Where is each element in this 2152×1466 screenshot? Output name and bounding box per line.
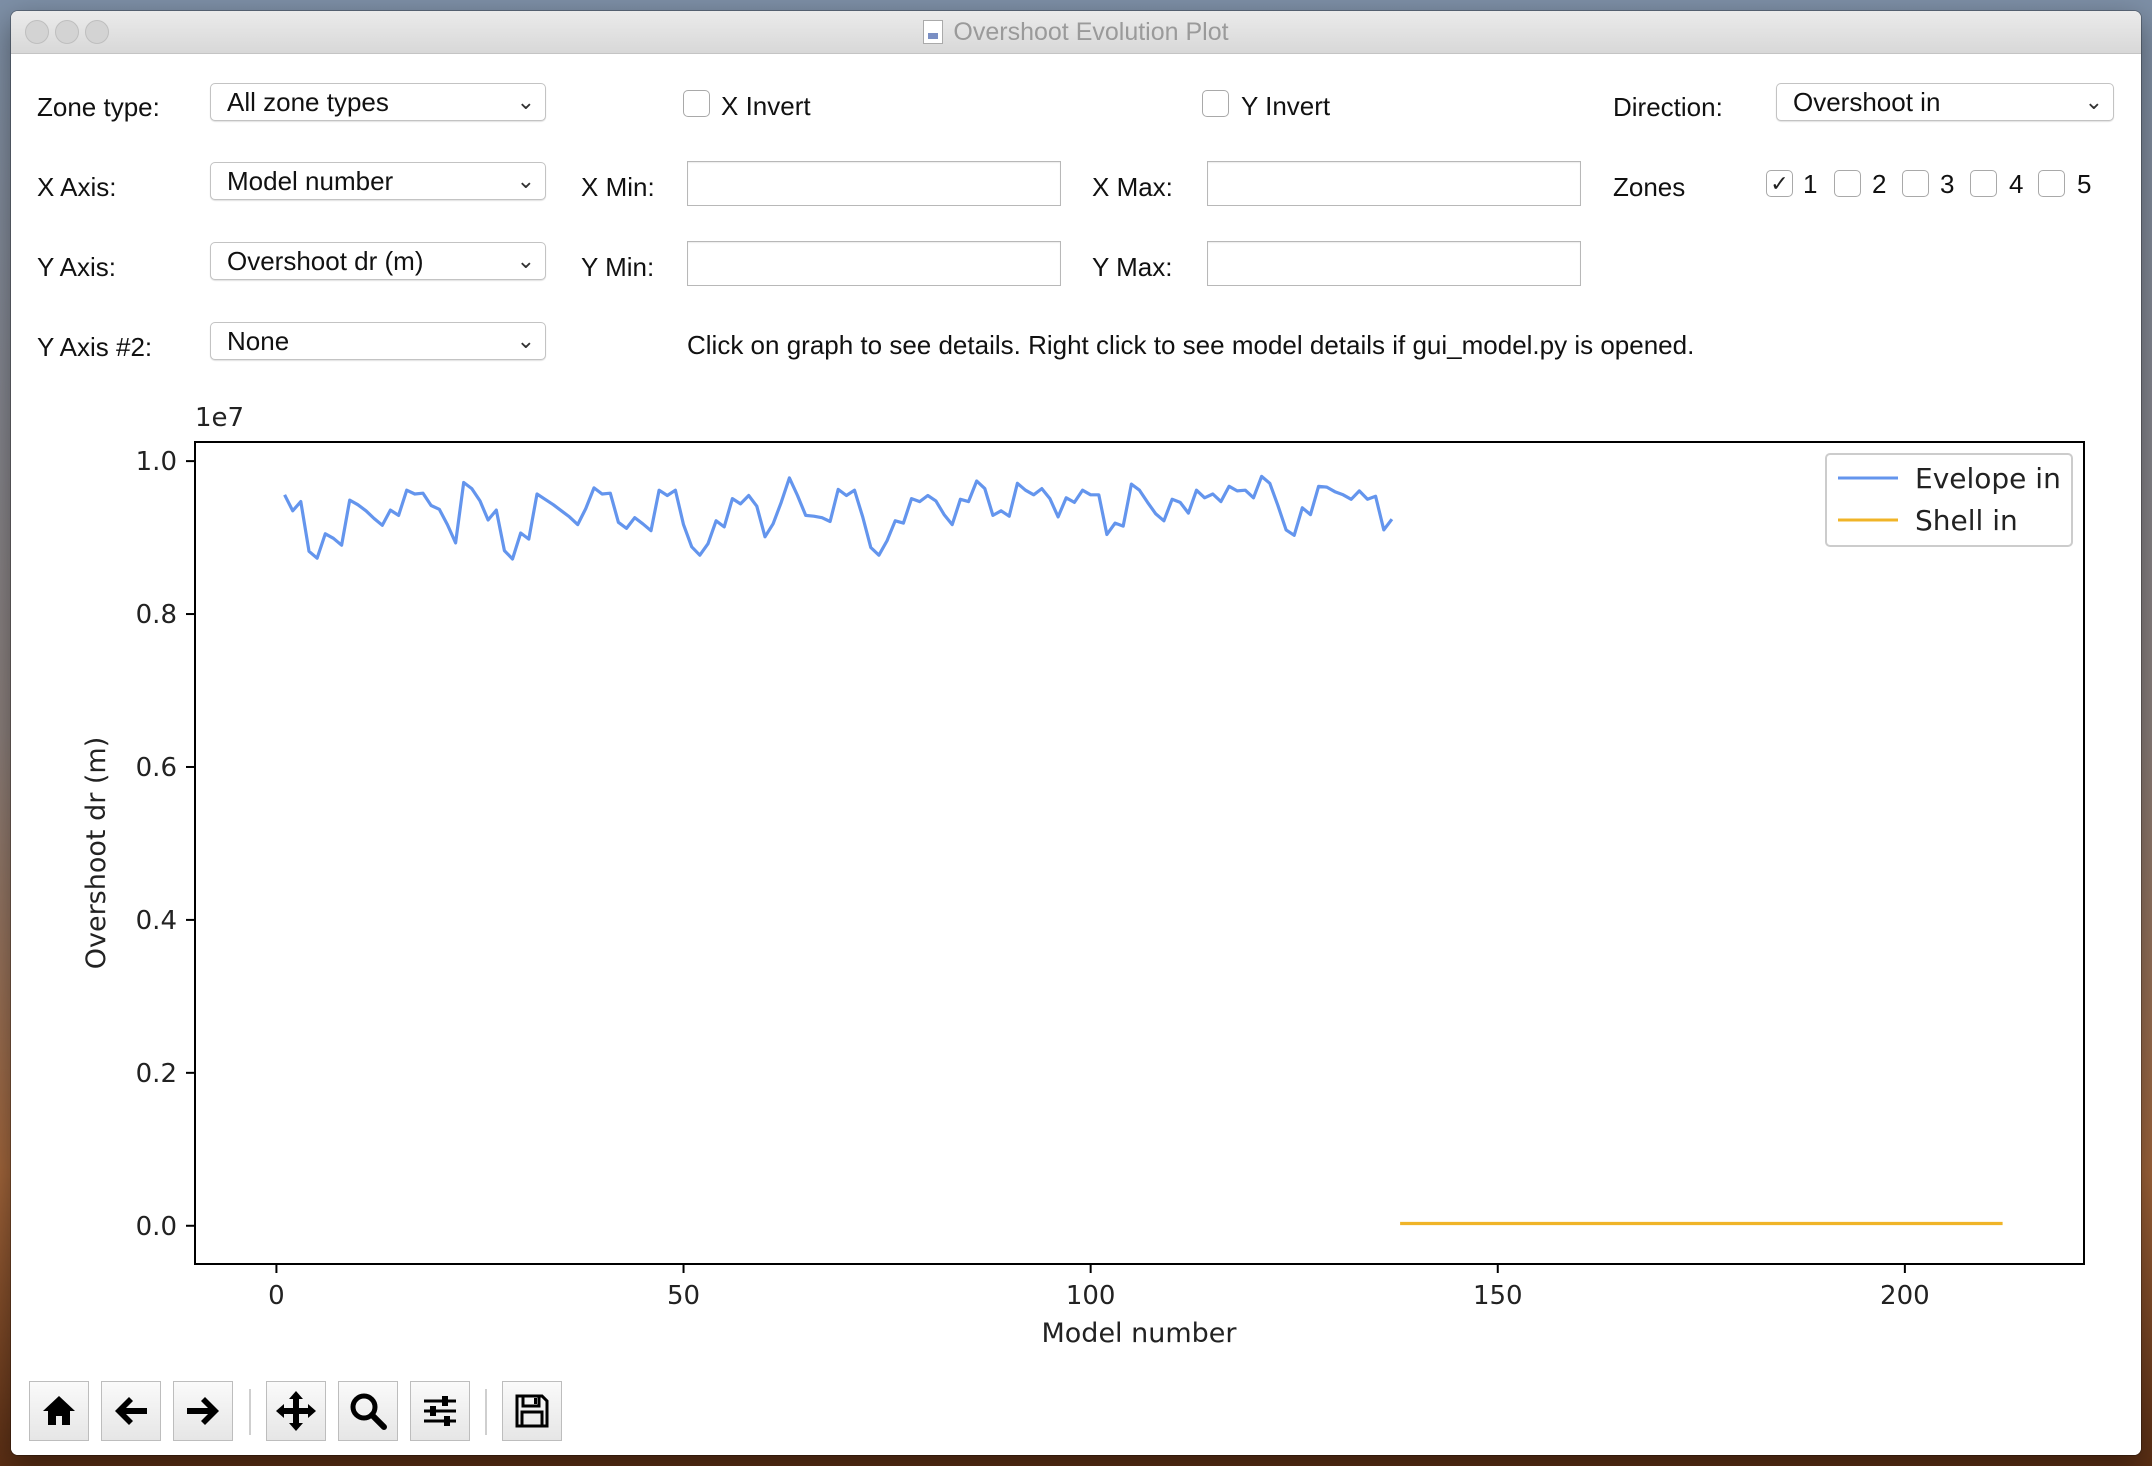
zone-1-checkbox[interactable]: ✓ xyxy=(1766,170,1793,197)
zoom-icon xyxy=(350,1393,387,1430)
overshoot-chart[interactable]: 1e7 0 50 100 150 200 0.0 0.2 0.4 0.6 0.8 1.0 Model… xyxy=(11,394,2141,1394)
direction-value: Overshoot in xyxy=(1793,87,1941,117)
y-tick-label: 0.4 xyxy=(136,906,177,936)
x-max-input[interactable] xyxy=(1207,161,1581,206)
zone-type-value: All zone types xyxy=(227,87,389,117)
zone-2-checkbox[interactable] xyxy=(1834,170,1861,197)
x-invert-checkbox[interactable] xyxy=(683,90,710,117)
direction-select[interactable]: Overshoot in ⌄ xyxy=(1776,83,2114,121)
hint-text: Click on graph to see details. Right cli… xyxy=(687,330,1695,360)
x-tick-label: 50 xyxy=(667,1281,700,1311)
forward-button[interactable] xyxy=(173,1381,233,1441)
legend-label-shell: Shell in xyxy=(1915,504,2018,537)
chevron-down-icon: ⌄ xyxy=(516,328,535,353)
y-axis-2-select[interactable]: None ⌄ xyxy=(210,322,546,360)
x-tick-label: 100 xyxy=(1066,1281,1116,1311)
home-button[interactable] xyxy=(29,1381,89,1441)
chevron-down-icon: ⌄ xyxy=(2084,89,2103,114)
title-bar[interactable]: Overshoot Evolution Plot xyxy=(11,11,2141,54)
y-tick-label: 0.2 xyxy=(136,1059,177,1089)
zone-4-checkbox[interactable] xyxy=(1970,170,1997,197)
toolbar-separator xyxy=(249,1389,251,1435)
zone-type-label: Zone type: xyxy=(37,92,160,122)
toolbar-separator xyxy=(485,1389,487,1435)
y-invert-label: Y Invert xyxy=(1241,91,1331,121)
back-button[interactable] xyxy=(101,1381,161,1441)
x-min-label: X Min: xyxy=(581,172,655,202)
forward-arrow-icon xyxy=(187,1397,219,1425)
zoom-button[interactable] xyxy=(338,1381,398,1441)
x-axis-value: Model number xyxy=(227,166,394,196)
zone-4-label: 4 xyxy=(2009,169,2024,199)
home-icon xyxy=(43,1396,75,1425)
y-min-input[interactable] xyxy=(687,241,1061,286)
y-max-label: Y Max: xyxy=(1092,252,1173,282)
y-axis-2-value: None xyxy=(227,326,290,356)
series-line-envelope-in[interactable] xyxy=(283,474,1394,561)
zone-5-label: 5 xyxy=(2077,169,2092,199)
plot-area[interactable] xyxy=(194,441,2085,1265)
y-max-input[interactable] xyxy=(1207,241,1581,286)
chevron-down-icon: ⌄ xyxy=(516,168,535,193)
zones-label: Zones xyxy=(1613,172,1686,202)
y-min-label: Y Min: xyxy=(581,252,655,282)
zone-3-label: 3 xyxy=(1940,169,1955,199)
chevron-down-icon: ⌄ xyxy=(516,89,535,114)
legend: Evelope in Shell in xyxy=(1825,453,2073,547)
zone-1-label: 1 xyxy=(1803,169,1818,199)
window-title: Overshoot Evolution Plot xyxy=(953,17,1229,46)
y-offset-text: 1e7 xyxy=(195,403,244,433)
app-window: Overshoot Evolution Plot Zone type: All … xyxy=(11,11,2141,1455)
pan-icon xyxy=(276,1391,316,1431)
configure-subplots-icon xyxy=(424,1396,456,1426)
y-axis-label: Y Axis: xyxy=(37,252,117,282)
direction-label: Direction: xyxy=(1613,92,1723,122)
x-axis-select[interactable]: Model number ⌄ xyxy=(210,162,546,200)
save-button[interactable] xyxy=(502,1381,562,1441)
zone-5-checkbox[interactable] xyxy=(2038,170,2065,197)
save-icon xyxy=(515,1394,549,1428)
document-icon xyxy=(923,20,944,44)
y-invert-checkbox[interactable] xyxy=(1202,90,1229,117)
legend-label-envelope: Evelope in xyxy=(1915,462,2061,495)
chevron-down-icon: ⌄ xyxy=(516,248,535,273)
y-tick-label: 0.0 xyxy=(136,1212,177,1242)
zone-type-select[interactable]: All zone types ⌄ xyxy=(210,83,546,121)
x-axis-label: X Axis: xyxy=(37,172,117,202)
x-tick-label: 200 xyxy=(1880,1281,1930,1311)
x-tick-label: 0 xyxy=(268,1281,285,1311)
y-axis-value: Overshoot dr (m) xyxy=(227,246,424,276)
checkmark-icon: ✓ xyxy=(1770,171,1789,196)
y-tick-label: 0.6 xyxy=(136,753,177,783)
y-axis-select[interactable]: Overshoot dr (m) ⌄ xyxy=(210,242,546,280)
y-axis-2-label: Y Axis #2: xyxy=(37,332,153,362)
x-min-input[interactable] xyxy=(687,161,1061,206)
y-tick-label: 1.0 xyxy=(136,447,177,477)
configure-subplots-button[interactable] xyxy=(410,1381,470,1441)
y-tick-label: 0.8 xyxy=(136,600,177,630)
zone-2-label: 2 xyxy=(1872,169,1887,199)
back-arrow-icon xyxy=(115,1397,147,1425)
y-axis-title: Overshoot dr (m) xyxy=(81,737,112,970)
zone-3-checkbox[interactable] xyxy=(1902,170,1929,197)
pan-button[interactable] xyxy=(266,1381,326,1441)
x-invert-label: X Invert xyxy=(721,91,811,121)
x-axis-title: Model number xyxy=(1041,1318,1237,1349)
main-panel: Zone type: All zone types ⌄ X Invert Y I… xyxy=(11,54,2141,1455)
x-max-label: X Max: xyxy=(1092,172,1173,202)
x-tick-label: 150 xyxy=(1473,1281,1523,1311)
